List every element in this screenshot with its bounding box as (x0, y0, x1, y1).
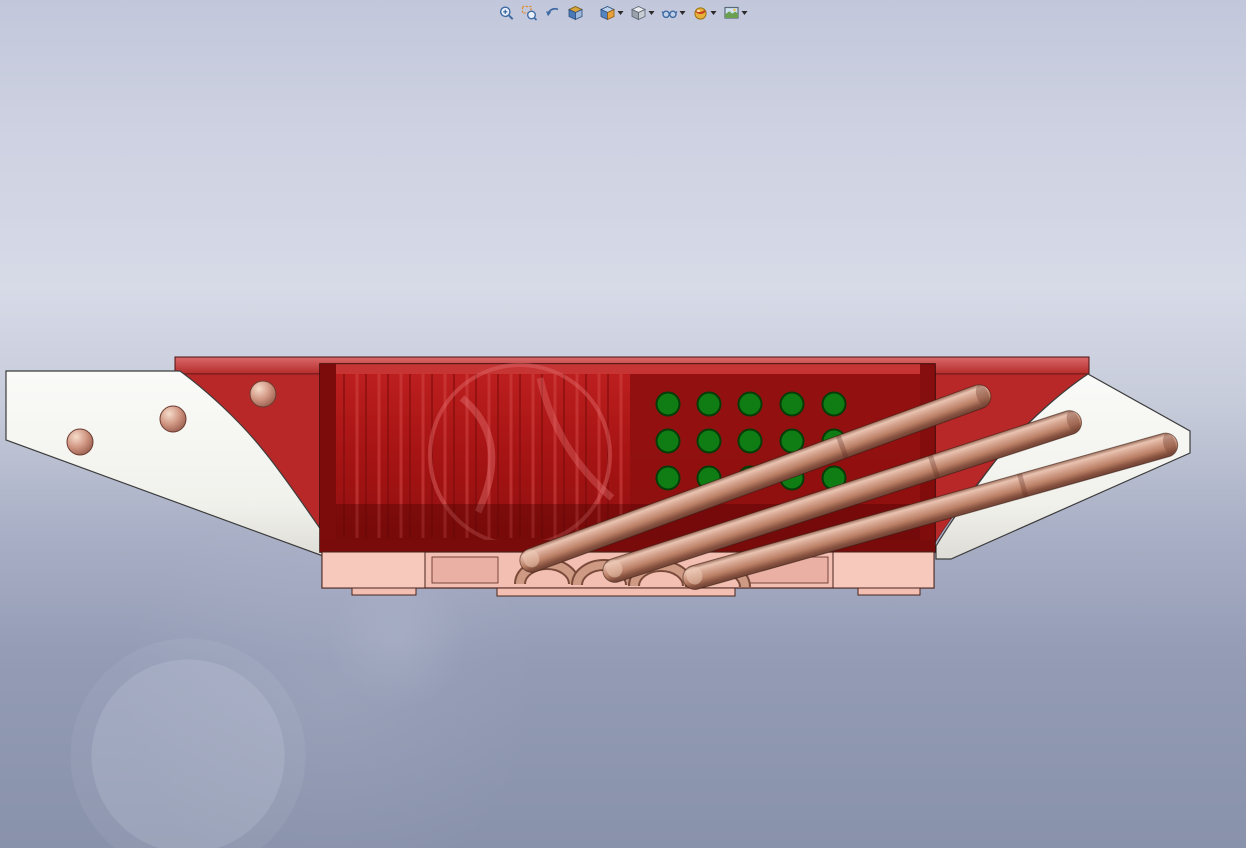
zoom-to-area-button[interactable] (520, 3, 540, 23)
zoom-to-area-icon (521, 5, 538, 21)
display-style-icon (631, 5, 647, 21)
chevron-down-icon (648, 11, 655, 15)
view-orientation-button[interactable] (598, 3, 626, 23)
mounting-ball[interactable] (66, 428, 94, 456)
apply-scene-button[interactable] (722, 3, 750, 23)
model-render[interactable] (0, 0, 1246, 848)
zoom-in-button[interactable] (497, 3, 517, 23)
display-style-button[interactable] (629, 3, 657, 23)
mounting-ball[interactable] (249, 380, 277, 408)
chevron-down-icon (679, 11, 686, 15)
previous-view-button[interactable] (543, 3, 563, 23)
edit-appearance-button[interactable] (691, 3, 719, 23)
eyeglasses-icon (661, 5, 678, 21)
previous-view-icon (545, 5, 561, 21)
mounting-ball[interactable] (159, 405, 187, 433)
hide-show-items-button[interactable] (660, 3, 688, 23)
section-view-button[interactable] (566, 3, 586, 23)
chevron-down-icon (741, 11, 748, 15)
cad-viewport[interactable] (0, 0, 1246, 848)
view-orientation-icon (600, 5, 616, 21)
appearance-ball-icon (693, 5, 709, 21)
heads-up-toolbar (497, 3, 750, 23)
scene-picture-icon (724, 5, 740, 21)
section-view-icon (568, 5, 584, 21)
chevron-down-icon (617, 11, 624, 15)
zoom-in-icon (499, 5, 515, 21)
chevron-down-icon (710, 11, 717, 15)
